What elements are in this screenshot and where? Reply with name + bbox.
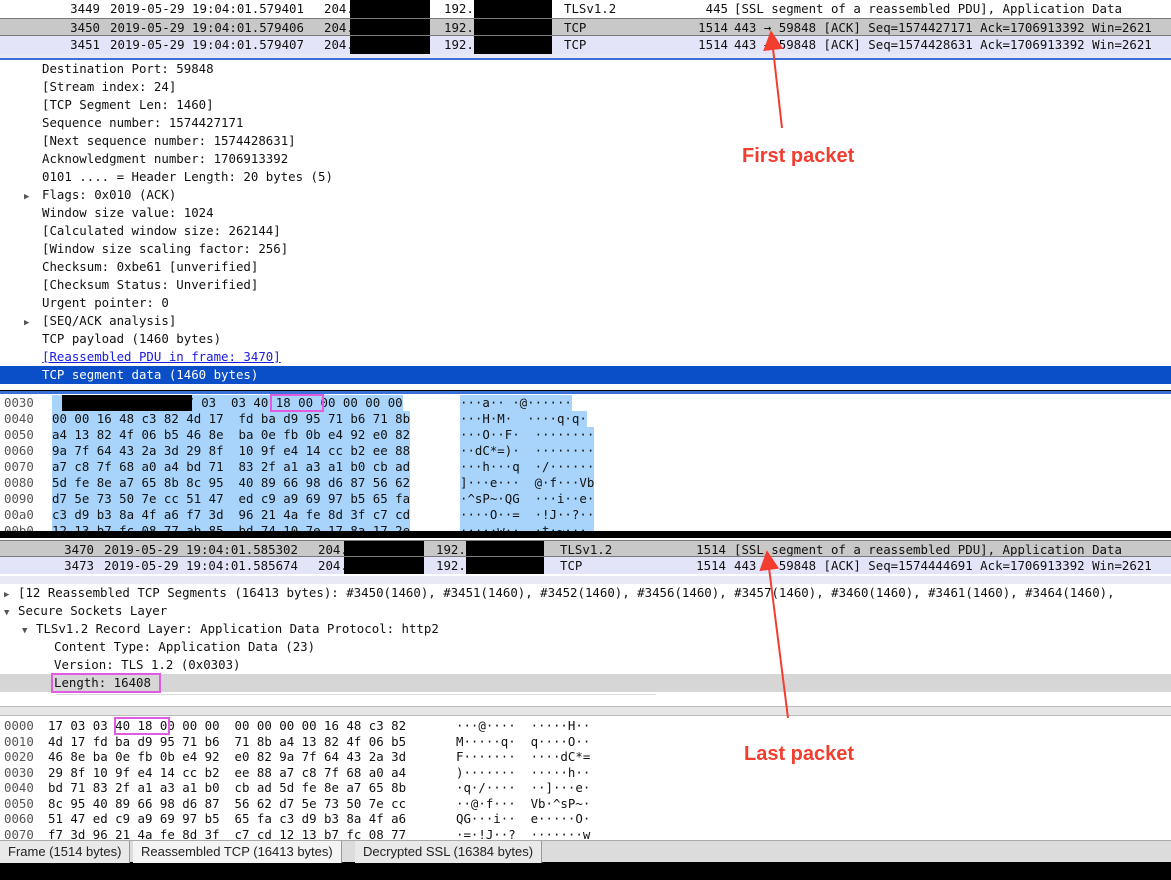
annotation-arrows	[759, 30, 789, 719]
last-packet-arrow	[759, 550, 789, 719]
last-packet-label: Last packet	[744, 743, 855, 765]
first-packet-arrow	[763, 30, 784, 129]
first-packet-label: First packet	[742, 145, 855, 167]
